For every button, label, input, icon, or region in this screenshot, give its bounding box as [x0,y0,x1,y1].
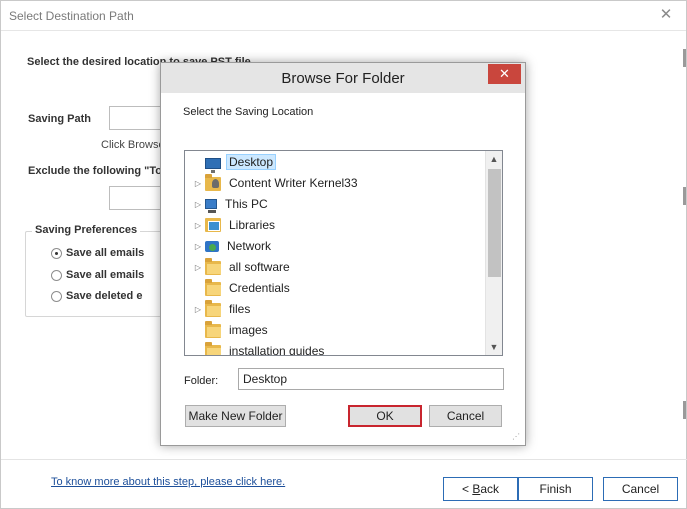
tree-item-label: files [229,302,251,316]
resize-grip-icon[interactable]: ⋰ [512,432,522,442]
folder-icon [205,279,221,296]
radio-label: Save deleted e [66,290,143,302]
tree-item-label: Desktop [226,154,277,170]
dialog-titlebar: Browse For Folder ✕ [161,63,525,93]
save-deleted-option[interactable]: Save deleted e [51,288,142,304]
scroll-down-arrow-icon[interactable]: ▼ [486,339,502,355]
dialog-cancel-button[interactable]: Cancel [429,405,502,427]
expand-arrow-icon[interactable]: ▷ [193,200,203,209]
tree-item-label: Network [227,239,272,253]
close-icon[interactable]: ✕ [488,64,521,84]
tree-item-label: Content Writer Kernel33 [229,176,358,190]
desktop-icon [205,157,221,173]
back-prefix: < [461,482,473,496]
wizard-scroll-marks [683,41,686,461]
user-folder-icon [205,174,221,191]
folder-label: Folder: [184,375,219,387]
tree-item[interactable]: installation guides [185,341,485,356]
help-link[interactable]: To know more about this step, please cli… [51,476,285,488]
finish-button[interactable]: Finish [518,477,593,501]
scroll-thumb[interactable] [488,169,501,277]
tree-item[interactable]: ▷ Libraries [185,215,485,235]
folder-icon [205,300,221,317]
computer-icon [205,199,217,213]
tree-item[interactable]: Desktop [185,152,485,173]
click-browse-hint: Click Browse [101,139,165,151]
browse-for-folder-dialog: Browse For Folder ✕ Select the Saving Lo… [160,62,526,446]
expand-arrow-icon[interactable]: ▷ [193,179,203,188]
scroll-mark [683,187,686,205]
expand-arrow-icon[interactable]: ▷ [193,242,203,251]
tree-item[interactable]: ▷ files [185,299,485,319]
footer-separator [1,459,687,460]
folder-name-input[interactable] [238,368,504,390]
radio-button[interactable] [51,290,62,302]
wizard-titlebar: Select Destination Path ✕ [1,1,686,31]
network-icon [205,240,219,252]
wizard-title: Select Destination Path [9,9,134,23]
save-all-emails-option-1[interactable]: Save all emails [51,245,144,261]
save-all-emails-option-2[interactable]: Save all emails [51,267,144,283]
scroll-mark [683,401,686,419]
radio-button-checked[interactable] [51,247,62,259]
scroll-mark [683,49,686,67]
close-icon[interactable]: ✕ [658,7,674,23]
folder-icon [205,342,221,355]
exclude-label: Exclude the following "To [28,165,162,177]
tree-scrollbar[interactable]: ▲ ▼ [485,151,502,355]
tree-item-label: installation guides [229,344,325,356]
tree-item-label: images [229,323,268,337]
expand-arrow-icon[interactable]: ▷ [193,263,203,272]
back-button[interactable]: < Back [443,477,518,501]
expand-arrow-icon[interactable]: ▷ [193,221,203,230]
make-new-folder-button[interactable]: Make New Folder [185,405,286,427]
wizard-cancel-button[interactable]: Cancel [603,477,678,501]
tree-item[interactable]: ▷ all software [185,257,485,277]
tree-item[interactable]: ▷ Content Writer Kernel33 [185,173,485,193]
tree-item[interactable]: ▷ This PC [185,194,485,214]
tree-item-label: Libraries [229,218,276,232]
expand-arrow-icon[interactable]: ▷ [193,305,203,314]
folder-tree[interactable]: Desktop ▷ Content Writer Kernel33 ▷ This PC ▷… [184,150,503,356]
dialog-title: Browse For Folder [281,70,405,87]
tree-item[interactable]: ▷ Network [185,236,485,256]
tree-item[interactable]: images [185,320,485,340]
tree-item[interactable]: Credentials [185,278,485,298]
dialog-prompt: Select the Saving Location [183,106,314,118]
radio-label: Save all emails [66,247,145,259]
scroll-up-arrow-icon[interactable]: ▲ [486,151,502,167]
folder-icon [205,258,221,275]
saving-preferences-legend: Saving Preferences [32,224,141,236]
tree-item-label: all software [229,260,290,274]
saving-path-label: Saving Path [28,113,91,125]
radio-button[interactable] [51,269,62,281]
radio-label: Save all emails [66,269,145,281]
folder-icon [205,321,221,338]
ok-button[interactable]: OK [348,405,422,427]
back-rest: ack [480,482,500,496]
libraries-icon [205,218,221,232]
tree-item-label: This PC [225,197,268,211]
tree-item-label: Credentials [229,281,290,295]
